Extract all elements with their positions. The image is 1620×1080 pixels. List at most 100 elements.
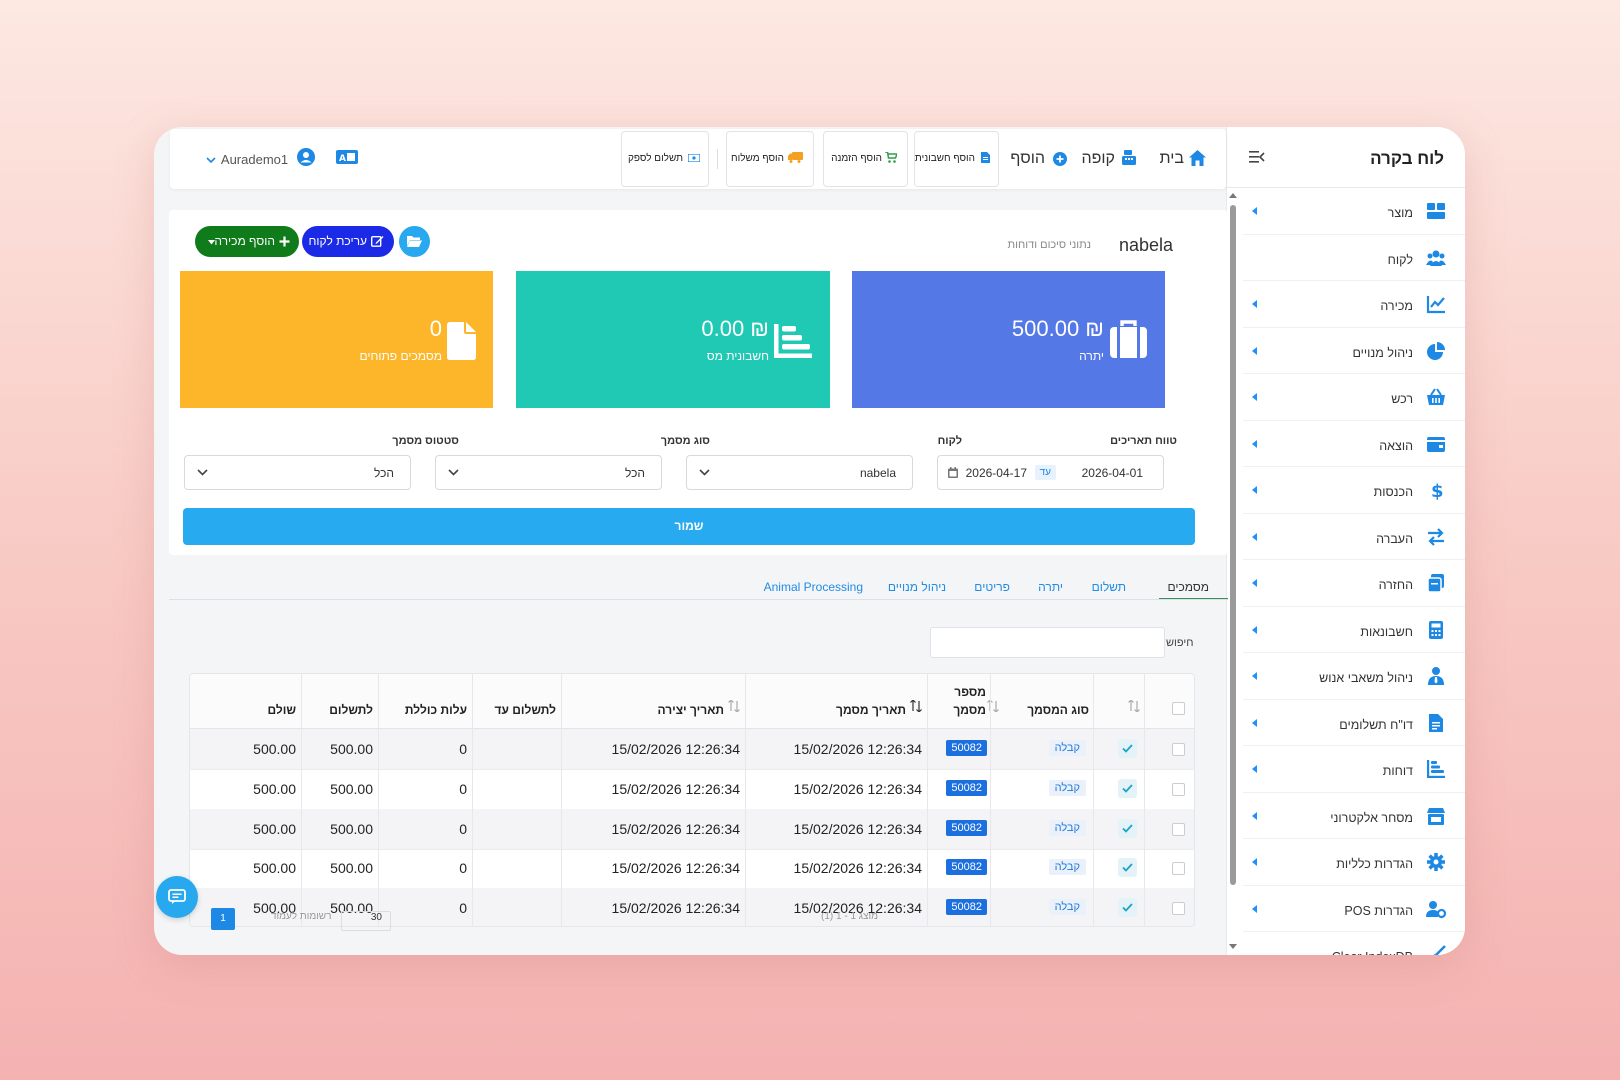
user-menu[interactable]: Aurademo1 [206, 152, 288, 167]
nav-add[interactable]: הוסף [1010, 150, 1067, 168]
sidebar-item[interactable]: העברה [1243, 514, 1465, 560]
sidebar-item[interactable]: לקוח [1243, 235, 1465, 281]
sidebar-item[interactable]: הגדרות כלליות [1243, 839, 1465, 886]
row-checkbox[interactable] [1172, 822, 1185, 836]
documents-table: סוג המסמך מספר מסמך תאריך מסמך תאריך יצי… [189, 673, 1195, 927]
sort-icon[interactable] [910, 700, 922, 712]
header-created-date[interactable]: תאריך יצירה [657, 703, 724, 717]
sort-icon[interactable] [987, 700, 999, 712]
sidebar-item[interactable]: החזרה [1243, 560, 1465, 607]
edit-customer-button[interactable]: עריכת לקוח [302, 226, 394, 257]
customer-filter-label: לקוח [937, 435, 962, 447]
total-cost-cell: 0 [459, 820, 467, 837]
nav-pos[interactable]: קופה [1082, 150, 1138, 168]
stat-balance-value: 500.00 ₪ [1011, 316, 1104, 341]
doc-type-select[interactable]: הכל [435, 455, 662, 490]
save-button[interactable]: שמור [183, 508, 1195, 545]
header-doc-number-2[interactable]: מסמך [953, 703, 986, 717]
header-due-date[interactable]: לתשלום עד [494, 703, 556, 717]
date-range-field[interactable]: 2026-04-01 עד 2026-04-17 [937, 455, 1164, 490]
sidebar-item[interactable]: ניהול מנויים [1243, 328, 1465, 374]
sidebar-item-label: חשבונאות [1360, 624, 1413, 639]
nav-home-label: בית [1159, 150, 1184, 167]
sidebar-scrollbar[interactable] [1229, 193, 1237, 949]
customer-select[interactable]: nabela [686, 455, 913, 490]
add-sale-button[interactable]: הוסף מכירה [195, 226, 299, 257]
doc-number-badge[interactable]: 50082 [946, 740, 987, 756]
doc-type-link[interactable]: קבלה [1048, 819, 1086, 836]
sidebar-item[interactable]: $ הכנסות [1243, 467, 1465, 514]
header-doc-type[interactable]: סוג המסמך [1027, 703, 1089, 717]
tab-subscriptions[interactable]: ניהול מנויים [888, 580, 946, 594]
per-page-label: רשומות לעמוד [271, 911, 332, 922]
add-invoice-button[interactable]: הוסף חשבונית [914, 131, 999, 187]
id-card-icon[interactable]: A [336, 149, 358, 165]
doc-number-badge[interactable]: 50082 [946, 779, 987, 796]
sort-icon[interactable] [728, 700, 740, 712]
tab-animal-processing[interactable]: Animal Processing [764, 580, 863, 594]
per-page-select[interactable]: 30 [341, 911, 391, 931]
table-row[interactable]: קבלה 50082 15/02/2026 12:26:34 15/02/2026 1… [190, 808, 1194, 850]
sidebar-item[interactable]: דוחות [1243, 746, 1465, 793]
header-doc-number-1[interactable]: מספר [954, 685, 986, 699]
open-folder-button[interactable] [399, 226, 430, 257]
sort-icon[interactable] [1128, 700, 1140, 712]
sidebar-item[interactable]: Clear IndexDB [1243, 932, 1465, 955]
tab-items[interactable]: פריטים [974, 580, 1010, 594]
tab-documents[interactable]: מסמכים [1167, 580, 1209, 594]
file-icon [447, 322, 476, 360]
check-icon [1118, 898, 1137, 918]
menu-collapse-icon[interactable] [1249, 151, 1265, 163]
sidebar-item[interactable]: הוצאה [1243, 421, 1465, 467]
doc-type-link[interactable]: קבלה [1048, 779, 1086, 796]
sidebar-item[interactable]: מסחר אלקטרוני [1243, 793, 1465, 839]
add-shipment-button[interactable]: הוסף משלוח [726, 131, 814, 187]
doc-number-badge[interactable]: 50082 [946, 899, 987, 916]
add-order-button[interactable]: הוסף הזמנה [823, 131, 908, 187]
sidebar-item[interactable]: מוצר [1243, 188, 1465, 235]
doc-type-link[interactable]: קבלה [1048, 899, 1086, 916]
search-input[interactable] [930, 627, 1165, 658]
row-checkbox[interactable] [1172, 782, 1185, 796]
tabs: מסמכים תשלום יתרה פריטים ניהול מנויים An… [169, 580, 1228, 600]
header-to-pay[interactable]: לתשלום [329, 703, 373, 717]
sidebar-item[interactable]: POS הגדרות [1243, 886, 1465, 932]
user-avatar-icon[interactable] [297, 148, 315, 166]
sidebar-item[interactable]: מכירה [1243, 281, 1465, 328]
header-doc-date[interactable]: תאריך מסמך [836, 703, 906, 717]
page-button-current[interactable]: 1 [211, 908, 235, 930]
sidebar-item[interactable]: ניהול משאבי אנוש [1243, 653, 1465, 700]
sidebar-item[interactable]: חשבונאות [1243, 607, 1465, 653]
doc-status-select[interactable]: הכל [184, 455, 411, 490]
header-total-cost[interactable]: עלות כוללת [405, 703, 467, 717]
sidebar-item-label: הוצאה [1379, 438, 1413, 453]
transfer-icon [1426, 527, 1446, 547]
chevron-down-icon [206, 157, 216, 164]
table-row[interactable]: קבלה 50082 15/02/2026 12:26:34 15/02/2026 1… [190, 769, 1194, 810]
select-all-checkbox[interactable] [1172, 702, 1185, 715]
file-invoice-icon [981, 152, 990, 163]
plus-icon [279, 236, 290, 247]
doc-type-link[interactable]: קבלה [1048, 859, 1086, 876]
header-paid[interactable]: שולם [267, 703, 296, 717]
tab-balance[interactable]: יתרה [1038, 580, 1063, 594]
sidebar-item[interactable]: דו"ח תשלומים [1243, 700, 1465, 746]
doc-number-badge[interactable]: 50082 [946, 819, 987, 836]
doc-type-link[interactable]: קבלה [1048, 740, 1086, 756]
tab-payment[interactable]: תשלום [1092, 580, 1126, 594]
nav-home[interactable]: בית [1160, 150, 1206, 168]
doc-status-label: סטטוס מסמך [392, 435, 459, 447]
check-icon [1118, 858, 1137, 878]
to-pay-cell: 500.00 [330, 780, 373, 797]
row-checkbox[interactable] [1172, 743, 1185, 756]
supplier-payment-button[interactable]: תשלום לספק [621, 131, 709, 187]
to-pay-cell: 500.00 [330, 820, 373, 837]
chat-button[interactable] [156, 876, 198, 918]
table-row[interactable]: קבלה 50082 15/02/2026 12:26:34 15/02/2026 1… [190, 729, 1194, 770]
sidebar-item[interactable]: רכש [1243, 374, 1465, 421]
doc-number-badge[interactable]: 50082 [946, 859, 987, 876]
row-checkbox[interactable] [1172, 862, 1185, 876]
caret-left-icon [1252, 486, 1257, 494]
table-row[interactable]: קבלה 50082 15/02/2026 12:26:34 15/02/2026 1… [190, 848, 1194, 890]
row-checkbox[interactable] [1172, 902, 1185, 916]
